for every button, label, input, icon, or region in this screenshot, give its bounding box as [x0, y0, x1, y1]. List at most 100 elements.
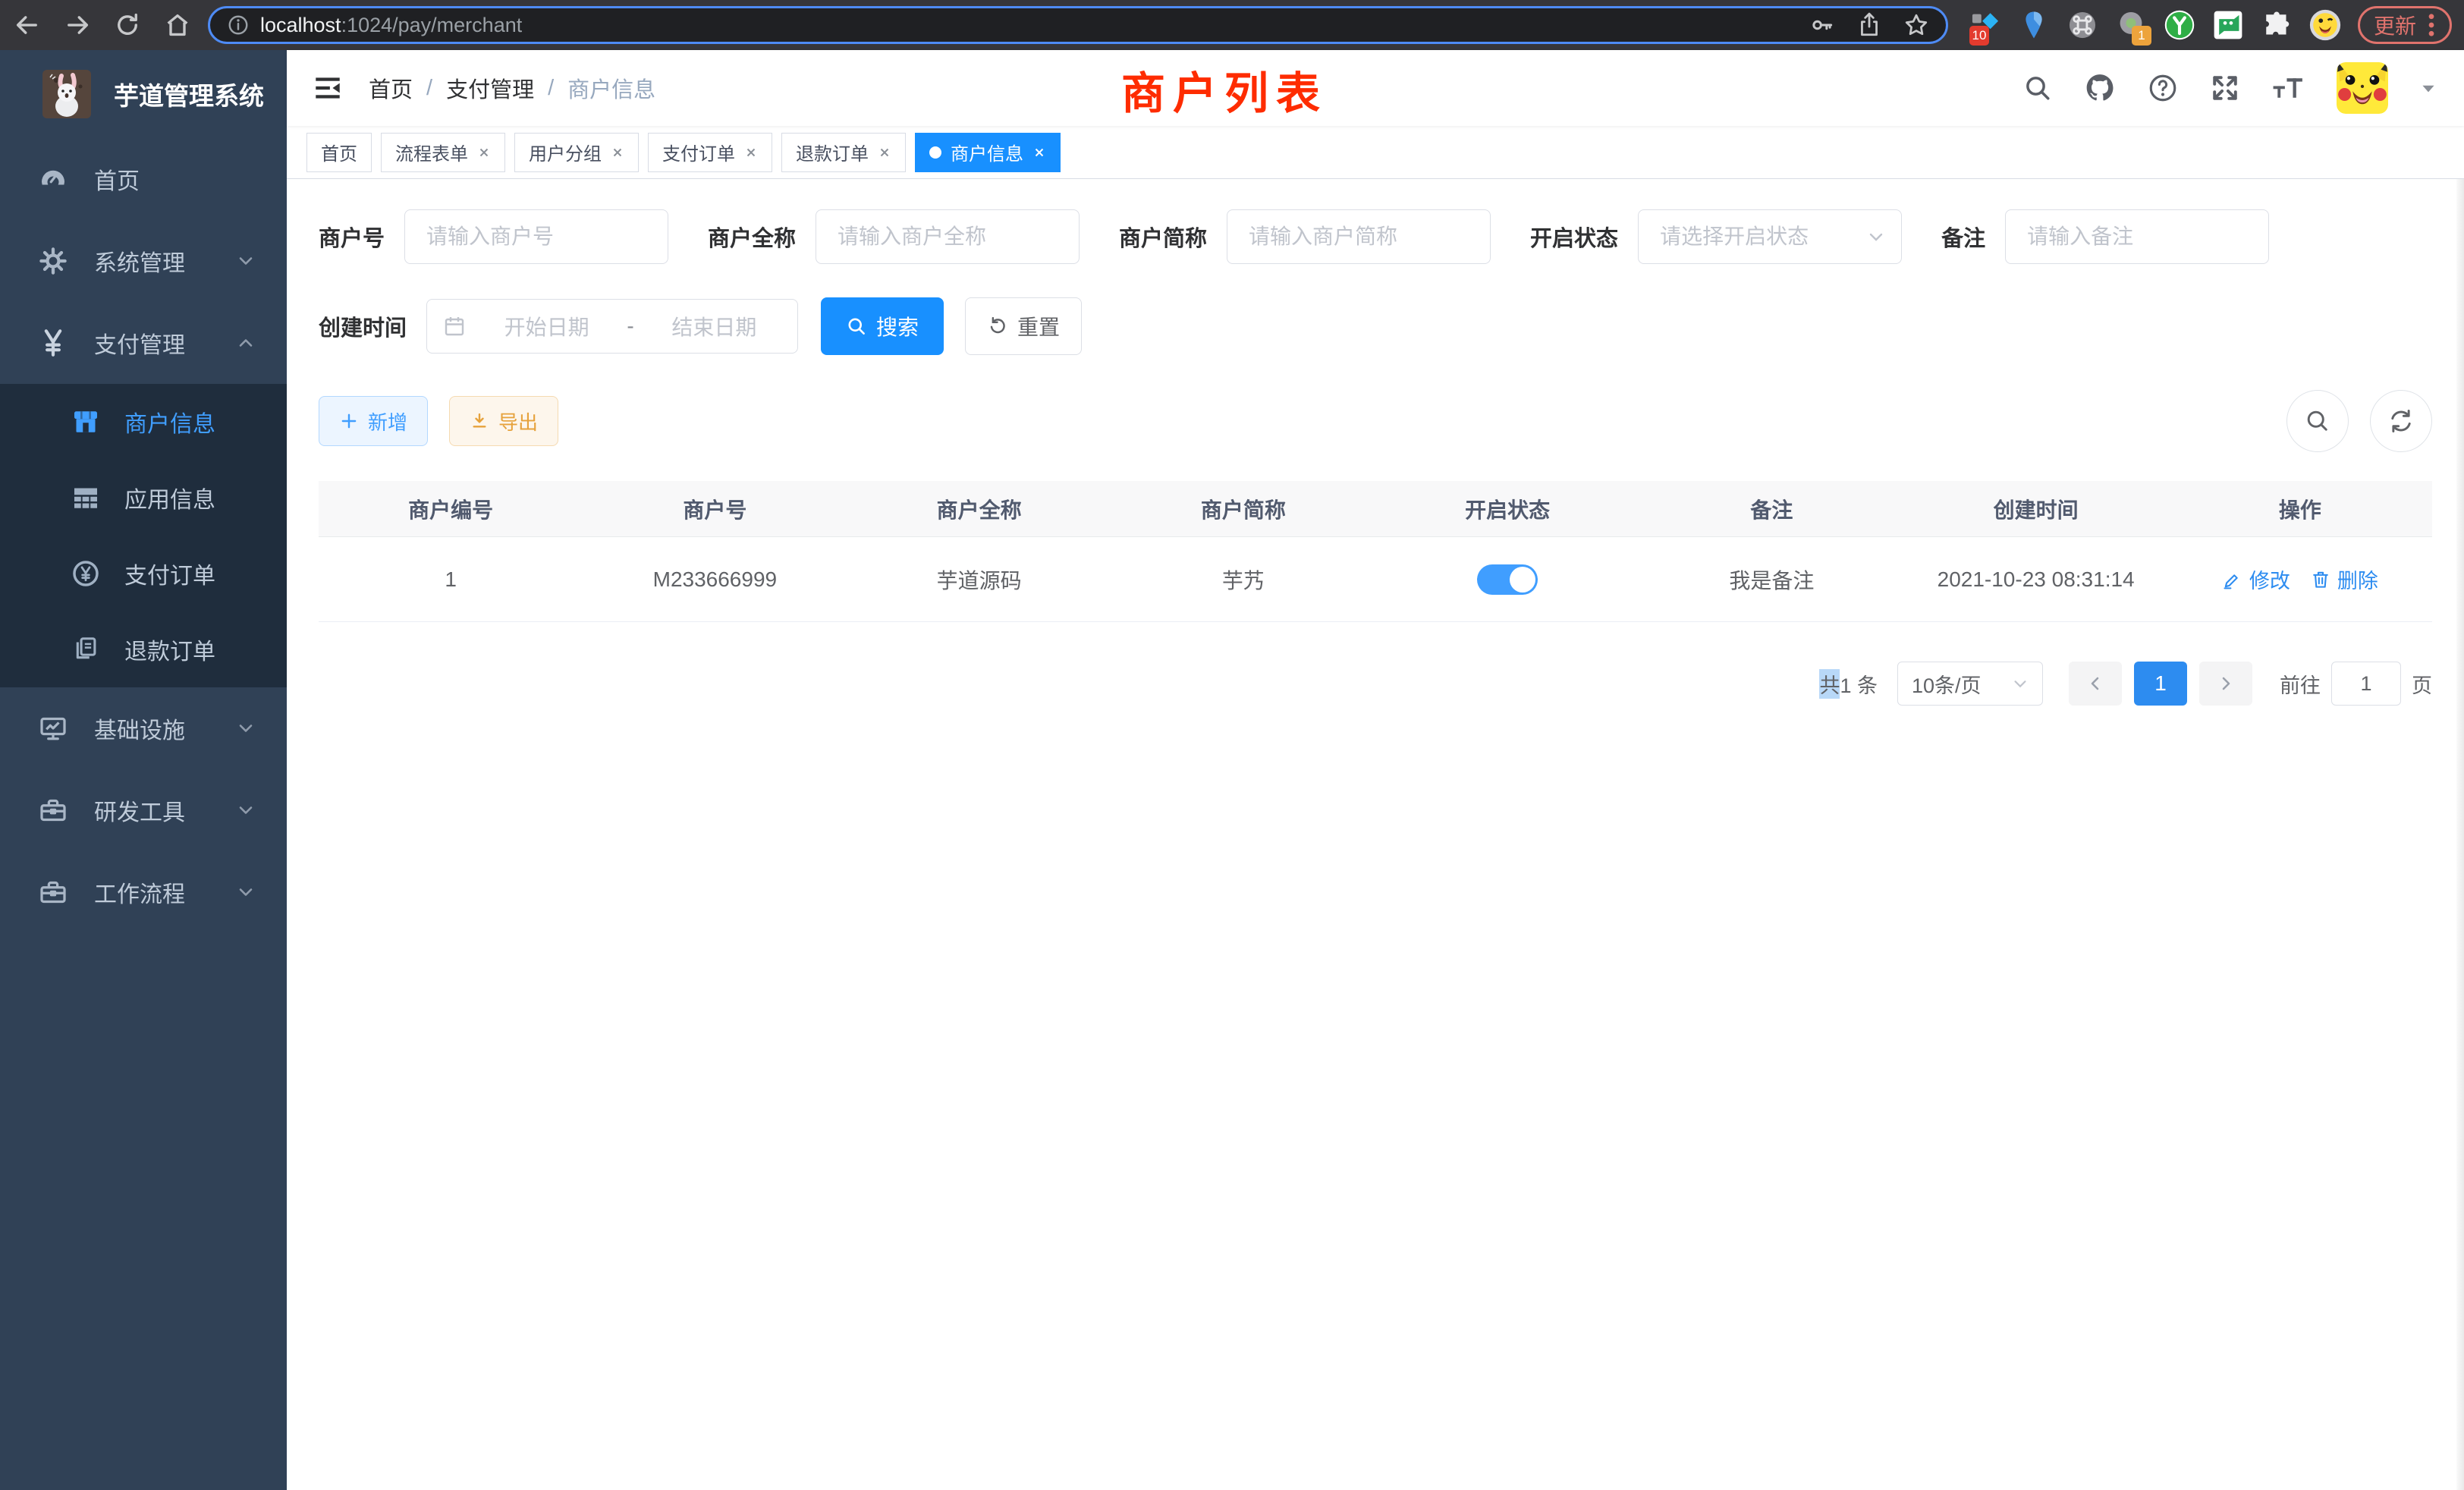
- caret-down-icon[interactable]: [2418, 78, 2438, 98]
- sidebar-item-label: 工作流程: [94, 875, 185, 909]
- toggle-search-button[interactable]: [2286, 390, 2349, 452]
- page-size-value: 10条/页: [1912, 669, 1982, 699]
- table-header: 商户编号 商户号 商户全称 商户简称 开启状态 备注 创建时间 操作: [319, 481, 2432, 537]
- sidebar-item-refund-order[interactable]: 退款订单: [0, 611, 287, 687]
- tab-refund-order[interactable]: 退款订单: [781, 133, 906, 172]
- reset-button[interactable]: 重置: [965, 297, 1082, 355]
- merchant-no-input[interactable]: [404, 209, 668, 264]
- search-icon: [846, 316, 867, 337]
- tags-view: 首页 流程表单 用户分组 支付订单 退款订单 商户信息: [287, 126, 2464, 179]
- search-button-label: 搜索: [876, 311, 919, 341]
- url-text: localhost:1024/pay/merchant: [260, 14, 522, 37]
- tab-close-icon[interactable]: [744, 146, 758, 159]
- sidebar-item-dev-tools[interactable]: 研发工具: [0, 769, 287, 851]
- pagination-total: 共 1 条: [1819, 669, 1878, 699]
- delete-link[interactable]: 删除: [2310, 564, 2378, 594]
- tab-label: 首页: [321, 139, 357, 165]
- top-navbar: 首页 / 支付管理 / 商户信息: [287, 50, 2464, 126]
- header-search-icon[interactable]: [2022, 73, 2053, 103]
- browser-extensions: 10 1: [1968, 8, 2343, 42]
- cell-merchant-id: 1: [319, 567, 583, 592]
- sidebar-item-system[interactable]: 系统管理: [0, 220, 287, 302]
- next-page-button[interactable]: [2199, 662, 2252, 706]
- export-button[interactable]: 导出: [449, 396, 558, 446]
- tab-merchant-info[interactable]: 商户信息: [915, 133, 1061, 172]
- share-icon[interactable]: [1856, 12, 1882, 38]
- reset-button-label: 重置: [1017, 311, 1060, 341]
- dashboard-icon: [35, 164, 71, 194]
- status-toggle-on[interactable]: [1477, 564, 1538, 595]
- tab-user-group[interactable]: 用户分组: [514, 133, 639, 172]
- sidebar-item-label: 支付管理: [94, 326, 185, 360]
- sidebar-item-merchant-info[interactable]: 商户信息: [0, 384, 287, 460]
- extension-icon-5[interactable]: [2162, 8, 2197, 42]
- home-icon[interactable]: [162, 10, 193, 40]
- tab-close-icon[interactable]: [477, 146, 491, 159]
- page-info-icon[interactable]: [227, 14, 250, 36]
- tab-pay-order[interactable]: 支付订单: [648, 133, 772, 172]
- prev-page-button[interactable]: [2069, 662, 2122, 706]
- short-name-label: 商户简称: [1119, 221, 1207, 253]
- tab-close-icon[interactable]: [878, 146, 891, 159]
- start-date-placeholder[interactable]: 开始日期: [479, 311, 614, 341]
- browser-address-bar[interactable]: localhost:1024/pay/merchant: [208, 6, 1948, 44]
- sidebar-fold-icon[interactable]: [313, 73, 343, 103]
- breadcrumb-home[interactable]: 首页: [369, 72, 413, 104]
- browser-update-button[interactable]: 更新: [2358, 6, 2452, 44]
- bookmark-star-icon[interactable]: [1903, 12, 1929, 38]
- tab-process-form[interactable]: 流程表单: [381, 133, 505, 172]
- app-logo-row[interactable]: 芋道管理系统: [0, 50, 287, 138]
- fullscreen-icon[interactable]: [2209, 72, 2241, 104]
- pay-order-icon: [68, 558, 103, 589]
- tab-close-icon[interactable]: [1032, 146, 1046, 159]
- window-scrollbar[interactable]: [2456, 50, 2464, 1490]
- browser-menu-dots-icon[interactable]: [2427, 11, 2436, 39]
- extension-icon-6[interactable]: [2211, 8, 2246, 42]
- goto-page-input[interactable]: [2331, 662, 2401, 706]
- page-number-1[interactable]: 1: [2134, 662, 2187, 706]
- full-name-input[interactable]: [816, 209, 1080, 264]
- chevron-up-icon: [235, 332, 256, 354]
- edit-link[interactable]: 修改: [2222, 564, 2290, 594]
- sidebar-item-pay-order[interactable]: 支付订单: [0, 536, 287, 611]
- user-avatar[interactable]: [2337, 62, 2388, 114]
- puzzle-extensions-icon[interactable]: [2259, 8, 2294, 42]
- profile-emoji-icon[interactable]: [2308, 8, 2343, 42]
- extension-icon-3[interactable]: [2065, 8, 2100, 42]
- extension-icon-4[interactable]: 1: [2114, 8, 2148, 42]
- page-size-select[interactable]: 10条/页: [1897, 662, 2043, 706]
- sidebar-item-app-info[interactable]: 应用信息: [0, 460, 287, 536]
- forward-icon[interactable]: [62, 10, 93, 40]
- tab-label: 流程表单: [395, 139, 468, 165]
- extension-icon-1[interactable]: 10: [1968, 8, 2003, 42]
- reload-icon[interactable]: [112, 10, 143, 40]
- sidebar-item-home[interactable]: 首页: [0, 138, 287, 220]
- breadcrumb-payment[interactable]: 支付管理: [446, 72, 534, 104]
- end-date-placeholder[interactable]: 结束日期: [646, 311, 782, 341]
- breadcrumb-current: 商户信息: [567, 72, 655, 104]
- password-key-icon[interactable]: [1809, 12, 1835, 38]
- merchant-no-label: 商户号: [319, 221, 385, 253]
- sidebar-item-payment[interactable]: 支付管理: [0, 302, 287, 384]
- tab-home[interactable]: 首页: [306, 133, 372, 172]
- github-icon[interactable]: [2083, 71, 2117, 105]
- app-title: 芋道管理系统: [114, 76, 264, 112]
- font-size-icon[interactable]: [2271, 72, 2306, 104]
- search-button[interactable]: 搜索: [821, 297, 944, 355]
- extension-icon-2[interactable]: [2016, 8, 2051, 42]
- tab-close-icon[interactable]: [611, 146, 624, 159]
- sidebar-item-infrastructure[interactable]: 基础设施: [0, 687, 287, 769]
- add-button[interactable]: 新增: [319, 396, 428, 446]
- create-time-range-picker[interactable]: 开始日期 - 结束日期: [426, 299, 798, 354]
- remark-input[interactable]: [2005, 209, 2269, 264]
- sidebar-item-label: 应用信息: [124, 481, 215, 514]
- status-select[interactable]: [1638, 209, 1902, 264]
- refresh-table-button[interactable]: [2370, 390, 2432, 452]
- cell-create-time: 2021-10-23 08:31:14: [1904, 567, 2168, 592]
- sidebar-item-label: 商户信息: [124, 405, 215, 439]
- status-label: 开启状态: [1530, 221, 1618, 253]
- help-icon[interactable]: [2147, 72, 2179, 104]
- back-icon[interactable]: [12, 10, 42, 40]
- sidebar-item-workflow[interactable]: 工作流程: [0, 851, 287, 933]
- short-name-input[interactable]: [1227, 209, 1491, 264]
